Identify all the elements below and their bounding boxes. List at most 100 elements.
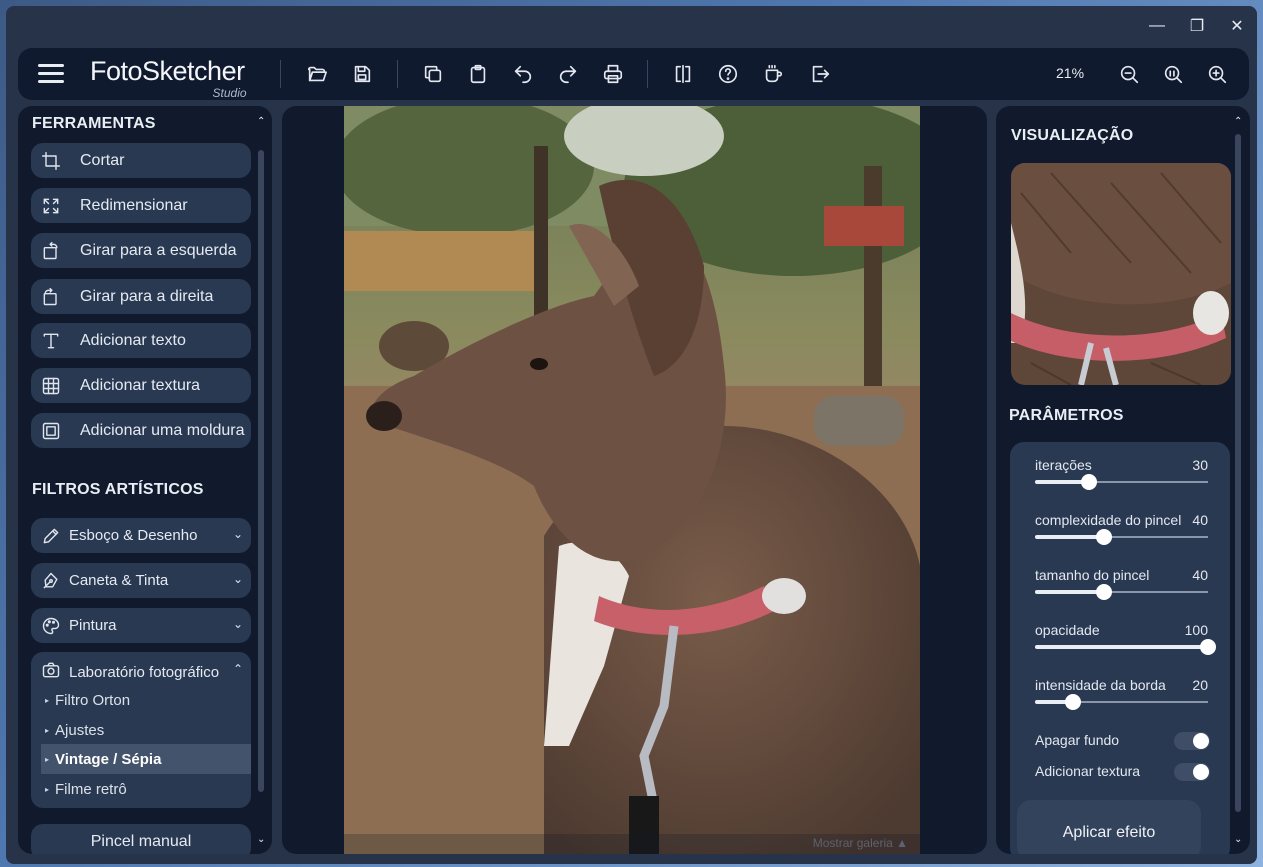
redo-icon[interactable] bbox=[556, 62, 580, 86]
crop-button[interactable]: Cortar bbox=[31, 143, 251, 178]
filter-pen-ink[interactable]: Caneta & Tinta ⌄ bbox=[31, 563, 251, 598]
slider-knob[interactable] bbox=[1096, 584, 1113, 600]
lab-item-adjustments[interactable]: ▸ Ajustes bbox=[41, 715, 251, 745]
zoom-level: 21% bbox=[1056, 65, 1085, 81]
chevron-down-icon: ⌄ bbox=[232, 527, 243, 541]
param-value: 100 bbox=[1184, 622, 1208, 638]
save-icon[interactable] bbox=[350, 62, 374, 86]
lab-item-retro-film[interactable]: ▸ Filme retrô bbox=[41, 774, 251, 804]
photo-lab-header[interactable]: Laboratório fotográfico ⌃ bbox=[41, 660, 243, 685]
toggle-add-texture: Adicionar textura bbox=[1035, 763, 1210, 781]
tools-title: FERRAMENTAS bbox=[32, 115, 156, 132]
filter-label: Pintura bbox=[69, 617, 117, 634]
add-text-button[interactable]: Adicionar texto bbox=[31, 323, 251, 358]
app-name: FotoSketcher bbox=[90, 56, 245, 86]
pen-nib-icon bbox=[41, 571, 61, 591]
filter-label: Esboço & Desenho bbox=[69, 527, 198, 544]
param-value: 40 bbox=[1192, 512, 1208, 528]
param-slider[interactable] bbox=[1035, 639, 1216, 655]
param-slider[interactable] bbox=[1035, 584, 1208, 600]
help-icon[interactable] bbox=[716, 62, 740, 86]
resize-button[interactable]: Redimensionar bbox=[31, 188, 251, 223]
chevron-up-icon: ⌃ bbox=[232, 662, 243, 676]
scroll-up-icon[interactable]: ⌃ bbox=[257, 116, 265, 127]
camera-icon bbox=[41, 660, 61, 685]
rotate-left-icon bbox=[41, 241, 61, 261]
param-brush-size: tamanho do pincel 40 bbox=[1035, 567, 1210, 600]
param-label: iterações bbox=[1035, 457, 1092, 473]
filter-sketch-drawing[interactable]: Esboço & Desenho ⌄ bbox=[31, 518, 251, 553]
palette-icon bbox=[41, 616, 61, 636]
param-edge-intensity: intensidade da borda 20 bbox=[1035, 677, 1210, 710]
slider-knob[interactable] bbox=[1200, 639, 1216, 655]
minimize-button[interactable]: — bbox=[1137, 6, 1177, 46]
slider-knob[interactable] bbox=[1065, 694, 1082, 710]
slider-knob[interactable] bbox=[1096, 529, 1113, 545]
rotate-left-label: Girar para a esquerda bbox=[80, 241, 237, 259]
add-frame-label: Adicionar uma moldura bbox=[80, 421, 245, 439]
exit-icon[interactable] bbox=[808, 62, 832, 86]
zoom-out-icon[interactable] bbox=[1117, 62, 1141, 86]
toolbar-divider bbox=[397, 60, 398, 88]
rotate-right-icon bbox=[41, 287, 61, 307]
chevron-down-icon: ⌄ bbox=[232, 617, 243, 631]
resize-icon bbox=[41, 196, 61, 216]
add-texture-button[interactable]: Adicionar textura bbox=[31, 368, 251, 403]
preview-image bbox=[1011, 163, 1231, 385]
crop-icon bbox=[41, 151, 61, 171]
scrollbar[interactable] bbox=[258, 150, 264, 792]
lab-item-vintage-sepia[interactable]: ▸ Vintage / Sépia bbox=[41, 744, 251, 774]
undo-icon[interactable] bbox=[511, 62, 535, 86]
slider-knob[interactable] bbox=[1080, 474, 1097, 490]
chevron-down-icon: ⌄ bbox=[232, 572, 243, 586]
frame-icon bbox=[41, 421, 61, 441]
open-folder-icon[interactable] bbox=[305, 62, 329, 86]
preview-title: VISUALIZAÇÃO bbox=[1011, 127, 1134, 144]
show-gallery-label[interactable]: Mostrar galeria ▲ bbox=[813, 836, 908, 850]
param-value: 20 bbox=[1192, 677, 1208, 693]
param-value: 30 bbox=[1192, 457, 1208, 473]
toggle-label: Adicionar textura bbox=[1035, 763, 1141, 779]
add-text-label: Adicionar texto bbox=[80, 331, 186, 349]
filter-photo-lab: Laboratório fotográfico ⌃ ▸ Filtro Orton … bbox=[31, 652, 251, 808]
add-frame-button[interactable]: Adicionar uma moldura bbox=[31, 413, 251, 448]
paste-icon[interactable] bbox=[466, 62, 490, 86]
filter-painting[interactable]: Pintura ⌄ bbox=[31, 608, 251, 643]
image-canvas[interactable]: Mostrar galeria ▲ bbox=[282, 106, 987, 854]
compare-icon[interactable] bbox=[671, 62, 695, 86]
coffee-icon[interactable] bbox=[761, 62, 785, 86]
rotate-left-button[interactable]: Girar para a esquerda bbox=[31, 233, 251, 268]
param-iterations: iterações 30 bbox=[1035, 457, 1210, 490]
param-label: complexidade do pincel bbox=[1035, 512, 1182, 528]
apply-effect-button[interactable]: Aplicar efeito bbox=[1017, 800, 1201, 854]
add-texture-label: Adicionar textura bbox=[80, 376, 201, 394]
print-icon[interactable] bbox=[601, 62, 625, 86]
manual-brush-button[interactable]: Pincel manual bbox=[31, 824, 251, 854]
param-slider[interactable] bbox=[1035, 529, 1208, 545]
param-slider[interactable] bbox=[1035, 474, 1208, 490]
toggle-label: Apagar fundo bbox=[1035, 732, 1120, 748]
restore-button[interactable]: ❐ bbox=[1177, 6, 1217, 46]
gallery-toggle-bar[interactable]: Mostrar galeria ▲ bbox=[344, 834, 920, 854]
copy-icon[interactable] bbox=[421, 62, 445, 86]
zoom-in-icon[interactable] bbox=[1205, 62, 1229, 86]
toolbar-divider bbox=[647, 60, 648, 88]
scroll-down-icon[interactable]: ⌄ bbox=[1234, 834, 1242, 845]
param-slider[interactable] bbox=[1035, 694, 1208, 710]
scroll-up-icon[interactable]: ⌃ bbox=[1234, 116, 1242, 127]
close-button[interactable]: ✕ bbox=[1217, 6, 1257, 46]
toggle-erase-background: Apagar fundo bbox=[1035, 732, 1210, 750]
zoom-actual-icon[interactable] bbox=[1161, 62, 1185, 86]
lab-item-orton[interactable]: ▸ Filtro Orton bbox=[41, 685, 251, 715]
rotate-right-button[interactable]: Girar para a direita bbox=[31, 279, 251, 314]
scrollbar[interactable] bbox=[1235, 134, 1241, 812]
window-controls: — ❐ ✕ bbox=[1137, 6, 1257, 46]
app-logo: FotoSketcher Studio bbox=[90, 56, 247, 100]
scroll-down-icon[interactable]: ⌄ bbox=[257, 834, 265, 845]
preview-panel: VISUALIZAÇÃO PARÂMETROS iterações 30 com… bbox=[996, 106, 1250, 854]
add-texture-switch[interactable] bbox=[1174, 763, 1210, 781]
menu-icon[interactable] bbox=[38, 64, 64, 84]
param-label: opacidade bbox=[1035, 622, 1100, 638]
erase-background-switch[interactable] bbox=[1174, 732, 1210, 750]
crop-label: Cortar bbox=[80, 151, 125, 169]
